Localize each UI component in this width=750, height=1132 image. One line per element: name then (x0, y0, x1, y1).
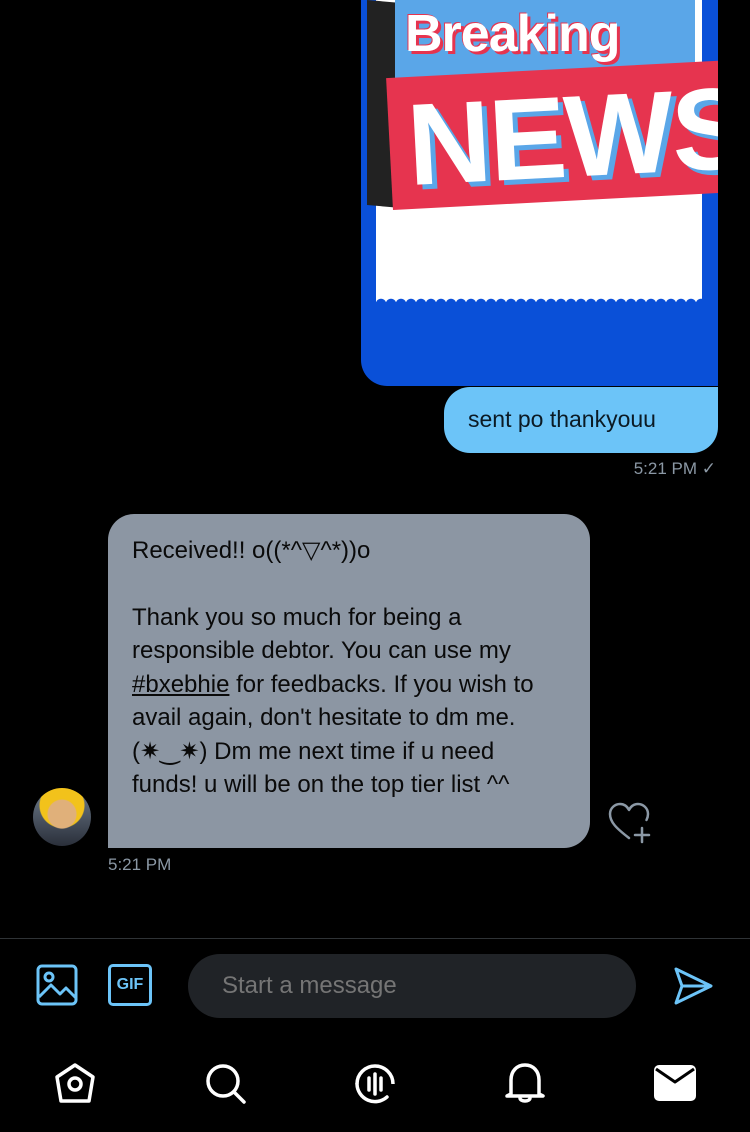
home-icon[interactable] (53, 1062, 97, 1104)
media-news-text: NEWS (404, 62, 718, 211)
send-icon[interactable] (672, 965, 714, 1007)
media-paper-edge (376, 294, 702, 304)
media-breaking-text: Breaking (405, 5, 621, 63)
message-input[interactable] (188, 954, 636, 1018)
received-message-bubble[interactable]: Received!! o((*^▽^*))o Thank you so much… (108, 514, 590, 848)
composer-divider (0, 938, 750, 939)
notifications-icon[interactable] (503, 1060, 547, 1106)
sent-message-timestamp: 5:21 PM ✓ (633, 459, 716, 478)
spaces-icon[interactable] (353, 1060, 397, 1106)
sent-message-bubble[interactable]: sent po thankyouu (444, 387, 718, 453)
image-icon[interactable] (36, 964, 78, 1006)
gif-label: GIF (116, 976, 144, 993)
messages-icon[interactable] (653, 1064, 697, 1102)
gif-button[interactable]: GIF (108, 964, 152, 1006)
received-message-timestamp: 5:21 PM (108, 855, 172, 874)
received-message-body: Thank you so much for being a responsibl… (132, 601, 566, 802)
sent-media-image[interactable]: Breaking NEWS (361, 0, 718, 386)
received-message-line1: Received!! o((*^▽^*))o (132, 537, 371, 564)
heart-plus-icon[interactable] (606, 802, 654, 844)
hashtag-link[interactable]: #bxebhie (132, 671, 229, 698)
avatar[interactable] (33, 788, 91, 846)
search-icon[interactable] (203, 1062, 247, 1104)
received-message-text-before: Thank you so much for being a responsibl… (132, 603, 511, 665)
